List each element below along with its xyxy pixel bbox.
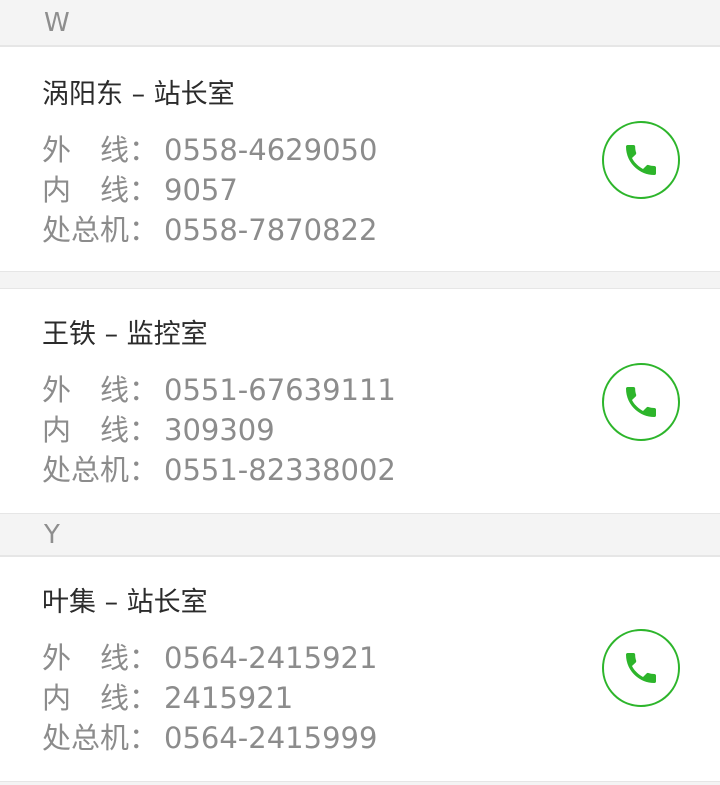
internal-line-row: 内 线： 2415921 xyxy=(42,681,293,715)
call-button[interactable] xyxy=(602,629,680,707)
contact-card[interactable]: 叶集 – 站长室 外 线： 0564-2415921 内 线： 2415921 处总… xyxy=(0,556,720,782)
section-header-w: W xyxy=(0,0,720,46)
row-label: 内 线： xyxy=(42,681,159,715)
section-letter: W xyxy=(44,8,70,38)
row-value: 0558-4629050 xyxy=(164,133,378,167)
row-label: 处总机： xyxy=(42,213,159,247)
row-label: 内 线： xyxy=(42,173,159,207)
external-line-row: 外 线： 0564-2415921 xyxy=(42,641,377,675)
row-value: 0558-7870822 xyxy=(164,213,378,247)
external-line-row: 外 线： 0551-67639111 xyxy=(42,373,396,407)
contact-title: 王铁 – 监控室 xyxy=(42,319,208,350)
call-button[interactable] xyxy=(602,363,680,441)
row-value: 0551-82338002 xyxy=(164,453,396,487)
external-line-row: 外 线： 0558-4629050 xyxy=(42,133,377,167)
row-label: 处总机： xyxy=(42,721,159,755)
section-letter: Y xyxy=(44,520,60,550)
phone-icon xyxy=(626,387,656,417)
contact-title: 叶集 – 站长室 xyxy=(42,587,208,618)
row-value: 309309 xyxy=(164,413,275,447)
row-label: 内 线： xyxy=(42,413,159,447)
row-value: 2415921 xyxy=(164,681,294,715)
switchboard-row: 处总机： 0564-2415999 xyxy=(42,721,377,755)
row-value: 0564-2415999 xyxy=(164,721,378,755)
row-label: 处总机： xyxy=(42,453,159,487)
contact-card[interactable]: 涡阳东 – 站长室 外 线： 0558-4629050 内 线： 9057 处总机：… xyxy=(0,46,720,272)
phone-icon xyxy=(626,653,656,683)
contact-directory: W 涡阳东 – 站长室 外 线： 0558-4629050 内 线： 9057 处总… xyxy=(0,0,720,785)
switchboard-row: 处总机： 0551-82338002 xyxy=(42,453,396,487)
internal-line-row: 内 线： 309309 xyxy=(42,413,275,447)
internal-line-row: 内 线： 9057 xyxy=(42,173,238,207)
row-value: 0551-67639111 xyxy=(164,373,396,407)
row-label: 外 线： xyxy=(42,641,159,675)
phone-icon xyxy=(626,145,656,175)
contact-card[interactable]: 王铁 – 监控室 外 线： 0551-67639111 内 线： 309309 处总… xyxy=(0,288,720,514)
switchboard-row: 处总机： 0558-7870822 xyxy=(42,213,377,247)
section-header-y: Y xyxy=(0,514,720,556)
row-value: 9057 xyxy=(164,173,238,207)
call-button[interactable] xyxy=(602,121,680,199)
row-value: 0564-2415921 xyxy=(164,641,378,675)
contact-title: 涡阳东 – 站长室 xyxy=(42,79,235,110)
row-label: 外 线： xyxy=(42,133,159,167)
row-label: 外 线： xyxy=(42,373,159,407)
